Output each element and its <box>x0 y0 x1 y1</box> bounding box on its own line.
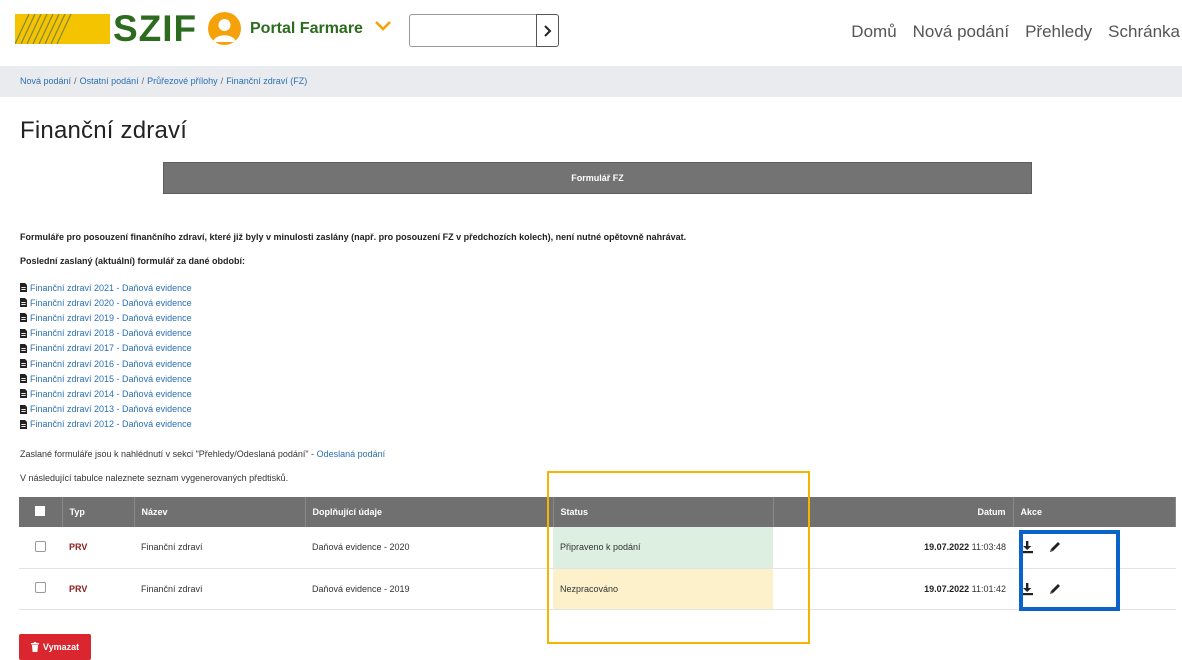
cell-typ: PRV <box>62 527 134 569</box>
szif-logo[interactable]: SZIF <box>113 8 197 50</box>
document-link[interactable]: Finanční zdraví 2013 - Daňová evidence <box>30 404 192 414</box>
cell-datum: 19.07.2022 11:03:48 <box>773 527 1013 569</box>
table-intro-text: V následující tabulce naleznete seznam v… <box>20 473 289 483</box>
cell-nazev: Finanční zdraví <box>134 527 305 569</box>
cell-time: 11:01:42 <box>971 583 1006 594</box>
trash-icon <box>30 642 39 652</box>
main-nav: Domů Nová podání Přehledy Schránka <box>851 22 1180 42</box>
row-checkbox[interactable] <box>35 582 46 593</box>
cell-akce <box>1013 527 1176 569</box>
info-text-already-sent: Formuláře pro posouzení finančního zdrav… <box>20 232 687 242</box>
cell-doplnujici: Daňová evidence - 2020 <box>305 527 553 569</box>
document-link[interactable]: Finanční zdraví 2021 - Daňová evidence <box>30 283 192 293</box>
cell-doplnujici: Daňová evidence - 2019 <box>305 568 553 610</box>
pencil-icon[interactable] <box>1048 540 1062 554</box>
breadcrumb: Nová podání / Ostatní podání / Průřezové pří… <box>0 66 1182 97</box>
pdf-document-icon <box>20 298 27 308</box>
breadcrumb-item[interactable]: Ostatní podání <box>80 76 139 86</box>
cell-typ: PRV <box>62 568 134 610</box>
nav-item-domu[interactable]: Domů <box>851 22 896 42</box>
select-all-header[interactable] <box>19 497 63 527</box>
delete-button-label: Vymazat <box>42 642 80 652</box>
column-header-akce: Akce <box>1013 497 1176 527</box>
cell-nazev: Finanční zdraví <box>134 568 305 610</box>
sent-forms-note: Zaslané formuláře jsou k nahlédnutí v se… <box>20 449 385 459</box>
table-row: PRV Finanční zdraví Daňová evidence - 20… <box>19 527 1176 569</box>
szif-logo-stripes-icon <box>15 14 110 44</box>
select-all-checkbox[interactable] <box>35 506 46 516</box>
list-item: Finanční zdraví 2013 - Daňová evidence <box>20 402 192 417</box>
cell-time: 11:03:48 <box>971 542 1006 553</box>
pdf-document-icon <box>20 374 27 384</box>
pdf-document-icon <box>20 404 27 414</box>
list-item: Finanční zdraví 2020 - Daňová evidence <box>20 295 192 310</box>
list-item: Finanční zdraví 2014 - Daňová evidence <box>20 386 192 401</box>
list-item: Finanční zdraví 2021 - Daňová evidence <box>20 280 192 295</box>
document-list: Finanční zdraví 2021 - Daňová evidence F… <box>20 280 192 432</box>
top-header: SZIF Portal Farmare Domů Nová podání Pře… <box>0 0 1182 66</box>
document-link[interactable]: Finanční zdraví 2020 - Daňová evidence <box>30 298 192 308</box>
breadcrumb-item[interactable]: Nová podání <box>20 76 71 86</box>
user-avatar-icon[interactable] <box>208 12 241 45</box>
column-header-status[interactable]: Status <box>553 497 774 527</box>
document-link[interactable]: Finanční zdraví 2014 - Daňová evidence <box>30 389 192 399</box>
pdf-document-icon <box>20 328 27 338</box>
pdf-document-icon <box>20 313 27 323</box>
table-row: PRV Finanční zdraví Daňová evidence - 20… <box>19 568 1176 610</box>
list-item: Finanční zdraví 2016 - Daňová evidence <box>20 356 192 371</box>
pretisk-table: Typ Název Doplňující údaje Status Datum … <box>19 497 1176 610</box>
document-link[interactable]: Finanční zdraví 2016 - Daňová evidence <box>30 359 192 369</box>
search-input[interactable] <box>409 14 537 47</box>
table-header-row: Typ Název Doplňující údaje Status Datum … <box>19 497 1176 527</box>
list-item: Finanční zdraví 2019 - Daňová evidence <box>20 310 192 325</box>
status-badge: Nezpracováno <box>553 568 773 610</box>
nav-item-schranka[interactable]: Schránka <box>1108 22 1180 42</box>
chevron-down-icon[interactable] <box>373 18 393 34</box>
column-header-typ[interactable]: Typ <box>62 497 135 527</box>
page-title: Finanční zdraví <box>20 117 188 144</box>
info-text-last-form: Poslední zaslaný (aktuální) formulář za … <box>20 256 246 266</box>
download-icon[interactable] <box>1020 582 1034 596</box>
list-item: Finanční zdraví 2012 - Daňová evidence <box>20 417 192 432</box>
chevron-right-icon <box>543 24 551 37</box>
document-link[interactable]: Finanční zdraví 2018 - Daňová evidence <box>30 328 192 338</box>
pdf-document-icon <box>20 283 27 293</box>
column-header-nazev[interactable]: Název <box>134 497 306 527</box>
pdf-document-icon <box>20 343 27 353</box>
form-fz-button[interactable]: Formulář FZ <box>163 162 1032 194</box>
sent-forms-link[interactable]: Odeslaná podání <box>317 449 386 459</box>
document-link[interactable]: Finanční zdraví 2012 - Daňová evidence <box>30 419 192 429</box>
search-submit-button[interactable] <box>536 14 559 47</box>
row-checkbox[interactable] <box>35 540 46 552</box>
status-badge: Připraveno k podání <box>553 527 773 569</box>
breadcrumb-item-current[interactable]: Finanční zdraví (FZ) <box>226 76 307 86</box>
portal-switcher-label[interactable]: Portal Farmare <box>250 20 363 38</box>
list-item: Finanční zdraví 2018 - Daňová evidence <box>20 326 192 341</box>
cell-date: 19.07.2022 <box>924 583 970 594</box>
list-item: Finanční zdraví 2015 - Daňová evidence <box>20 371 192 386</box>
cell-akce <box>1013 568 1176 610</box>
document-link[interactable]: Finanční zdraví 2015 - Daňová evidence <box>30 374 192 384</box>
pencil-icon[interactable] <box>1048 582 1062 596</box>
breadcrumb-item[interactable]: Průřezové přílohy <box>147 76 218 86</box>
column-header-doplnujici[interactable]: Doplňující údaje <box>305 497 554 527</box>
column-header-datum[interactable]: Datum <box>773 497 1014 527</box>
nav-item-prehledy[interactable]: Přehledy <box>1025 22 1092 42</box>
delete-button[interactable]: Vymazat <box>19 634 91 660</box>
sent-forms-text: Zaslané formuláře jsou k nahlédnutí v se… <box>20 449 317 459</box>
pdf-document-icon <box>20 389 27 399</box>
download-icon[interactable] <box>1020 540 1034 554</box>
cell-datum: 19.07.2022 11:01:42 <box>773 568 1013 610</box>
cell-date: 19.07.2022 <box>924 542 970 553</box>
nav-item-nova-podani[interactable]: Nová podání <box>913 22 1009 42</box>
document-link[interactable]: Finanční zdraví 2019 - Daňová evidence <box>30 313 192 323</box>
document-link[interactable]: Finanční zdraví 2017 - Daňová evidence <box>30 343 192 353</box>
pdf-document-icon <box>20 419 27 429</box>
list-item: Finanční zdraví 2017 - Daňová evidence <box>20 341 192 356</box>
pdf-document-icon <box>20 359 27 369</box>
